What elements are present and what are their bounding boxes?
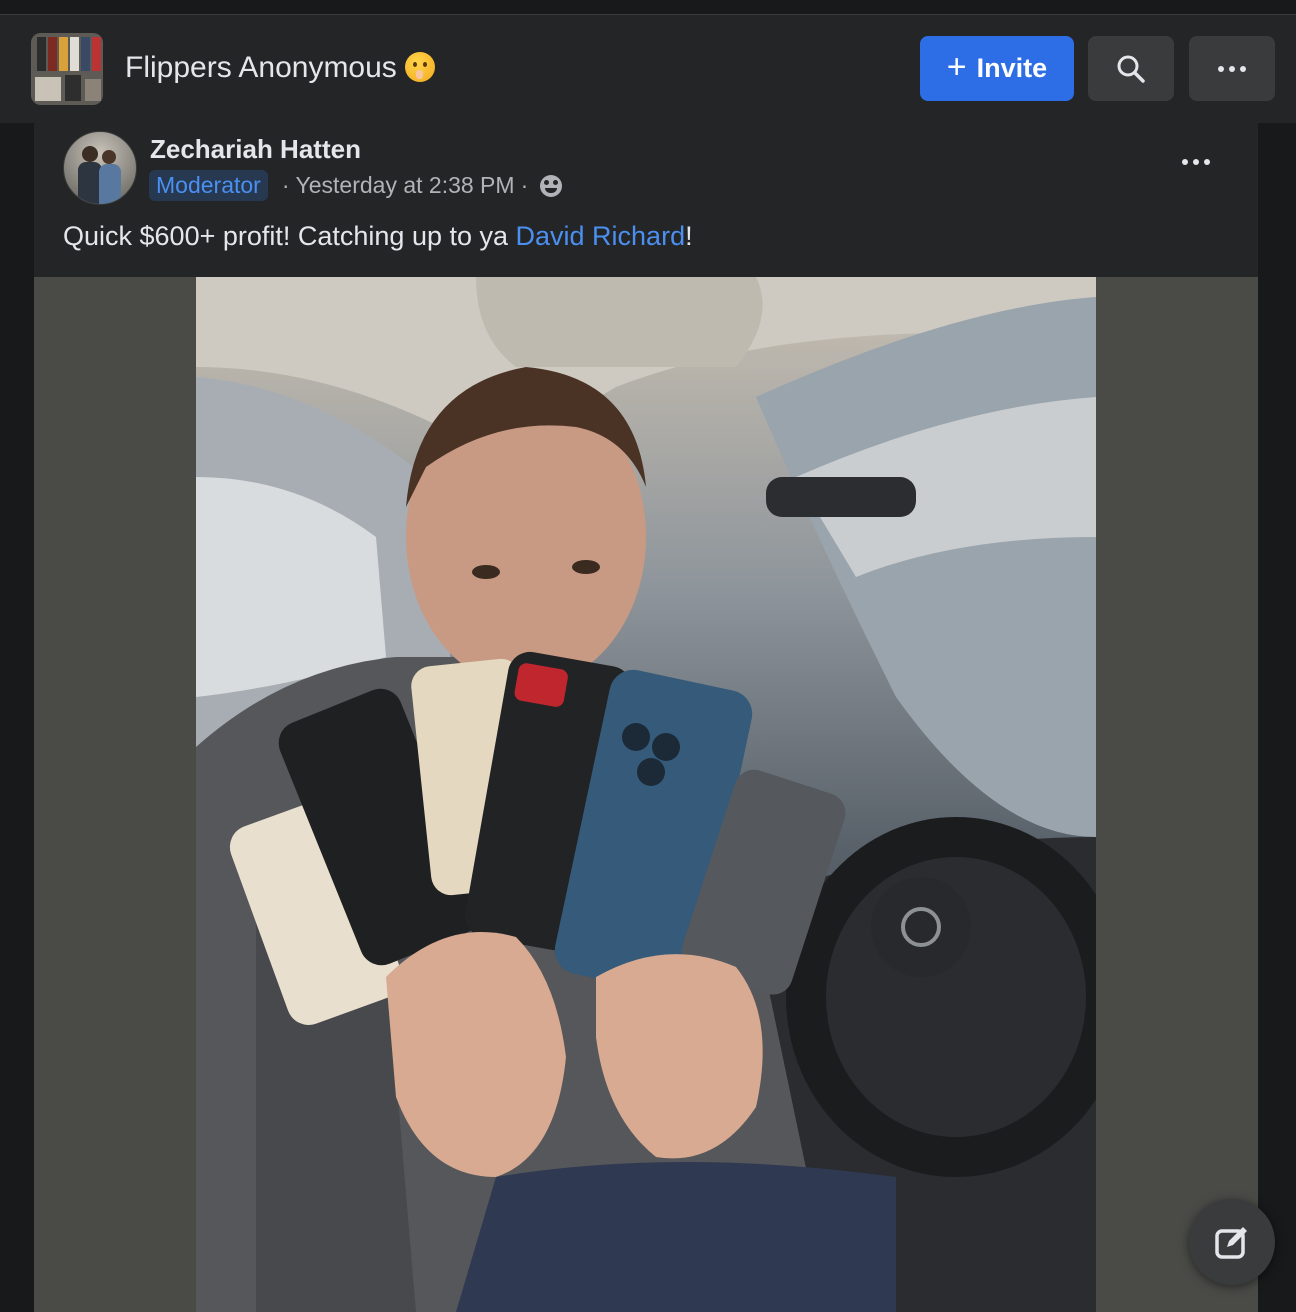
meta-separator: · <box>281 172 290 198</box>
window-top-edge <box>0 0 1296 15</box>
post-media[interactable] <box>34 277 1258 1312</box>
post-text-end: ! <box>685 221 693 251</box>
shushing-face-icon <box>404 52 435 82</box>
invite-label: Invite <box>976 53 1048 83</box>
author-avatar[interactable] <box>63 131 137 205</box>
post-text: Quick $600+ profit! Catching up to ya Da… <box>63 221 693 252</box>
post-meta: Moderator · Yesterday at 2:38 PM · <box>149 168 563 203</box>
mention-link[interactable]: David Richard <box>516 221 686 251</box>
moderator-badge[interactable]: Moderator <box>149 170 268 201</box>
compose-post-button[interactable] <box>1189 1199 1275 1285</box>
invite-button[interactable]: + Invite <box>920 36 1074 101</box>
plus-icon: + <box>946 48 967 86</box>
post-text-body: Quick $600+ profit! Catching up to ya <box>63 221 516 251</box>
post-photo[interactable] <box>196 277 1096 1312</box>
group-header: Flippers Anonymous + Invite <box>0 15 1296 123</box>
post-timestamp[interactable]: Yesterday at 2:38 PM <box>296 172 515 199</box>
meta-separator: · <box>520 172 529 198</box>
author-name[interactable]: Zechariah Hatten <box>150 134 361 165</box>
more-options-button[interactable] <box>1189 36 1275 101</box>
group-thumbnail[interactable] <box>31 33 103 105</box>
more-icon <box>1218 65 1246 72</box>
compose-icon <box>1215 1227 1247 1259</box>
post-card: Zechariah Hatten Moderator · Yesterday a… <box>34 123 1258 1312</box>
post-more-button[interactable] <box>1182 159 1212 169</box>
search-icon <box>1117 55 1145 83</box>
group-name: Flippers Anonymous <box>125 51 397 84</box>
members-icon[interactable] <box>540 174 563 197</box>
search-button[interactable] <box>1088 36 1174 101</box>
group-title[interactable]: Flippers Anonymous <box>125 51 435 85</box>
